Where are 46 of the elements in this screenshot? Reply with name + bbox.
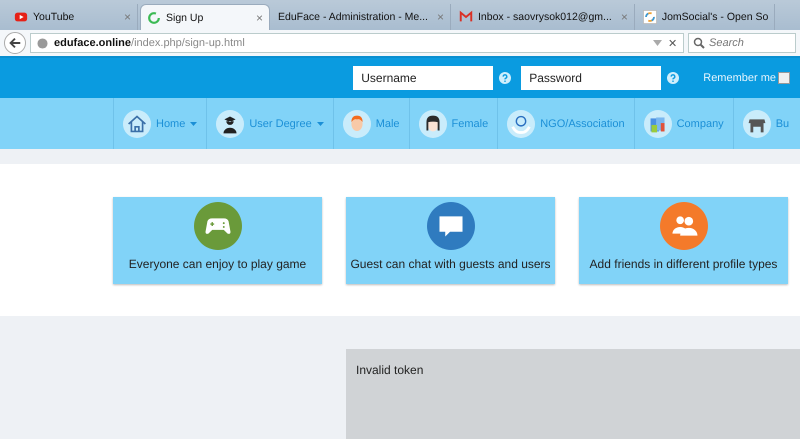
help-icon[interactable] xyxy=(667,72,680,84)
close-icon[interactable]: × xyxy=(124,10,131,24)
nav-label: User Degree xyxy=(249,118,312,130)
dropdown-icon[interactable] xyxy=(653,40,662,46)
clear-icon[interactable]: ✕ xyxy=(668,36,677,50)
close-icon[interactable]: × xyxy=(256,10,263,24)
graduate-icon xyxy=(216,110,244,138)
close-icon[interactable]: × xyxy=(620,10,628,24)
search-field[interactable]: Search xyxy=(688,33,796,53)
feature-text: Add friends in different profile types xyxy=(590,257,778,271)
address-field[interactable]: eduface.online/index.php/sign-up.html ✕ xyxy=(30,33,684,53)
nav-label: Male xyxy=(376,118,400,130)
close-icon[interactable]: × xyxy=(436,10,444,24)
url-text: eduface.online/index.php/sign-up.html xyxy=(54,37,245,49)
play-icon xyxy=(14,10,28,24)
help-icon[interactable] xyxy=(499,72,512,84)
swirl-icon xyxy=(642,10,657,24)
boy-icon xyxy=(342,110,371,138)
username-field[interactable]: Username xyxy=(353,66,494,90)
folders-icon xyxy=(644,110,672,138)
girl-icon xyxy=(418,110,447,138)
nav-label: NGO/Association xyxy=(540,118,625,130)
tab-title: Inbox - saovrysok012@gm... xyxy=(478,11,612,23)
tab-title: Sign Up xyxy=(166,12,204,24)
nav-label: Female xyxy=(452,118,488,130)
nav-label: Home xyxy=(156,118,186,130)
error-message: Invalid token xyxy=(356,363,424,377)
tab-title: JomSocial's - Open So xyxy=(662,11,768,23)
house-icon xyxy=(123,110,151,138)
loading-icon xyxy=(147,10,161,24)
feature-text: Everyone can enjoy to play game xyxy=(128,257,306,271)
back-button[interactable] xyxy=(4,32,26,54)
nav-item[interactable]: Bu xyxy=(732,98,798,149)
search-icon xyxy=(693,37,705,49)
browser-tab[interactable]: Sign Up × xyxy=(140,4,270,30)
nav-label: Bu xyxy=(776,118,790,130)
tab-title: EduFace - Administration - Me... xyxy=(278,11,428,23)
password-field[interactable]: Password xyxy=(521,66,662,90)
shop-icon xyxy=(742,110,771,138)
back-arrow-icon xyxy=(8,36,22,50)
mail-icon xyxy=(459,10,473,24)
nav-label: Company xyxy=(676,118,724,130)
remember-checkbox[interactable] xyxy=(778,72,790,84)
tab-title: YouTube xyxy=(33,11,76,23)
remember-label: Remember me xyxy=(703,72,776,84)
feature-text: Guest can chat with guests and users xyxy=(350,257,551,271)
